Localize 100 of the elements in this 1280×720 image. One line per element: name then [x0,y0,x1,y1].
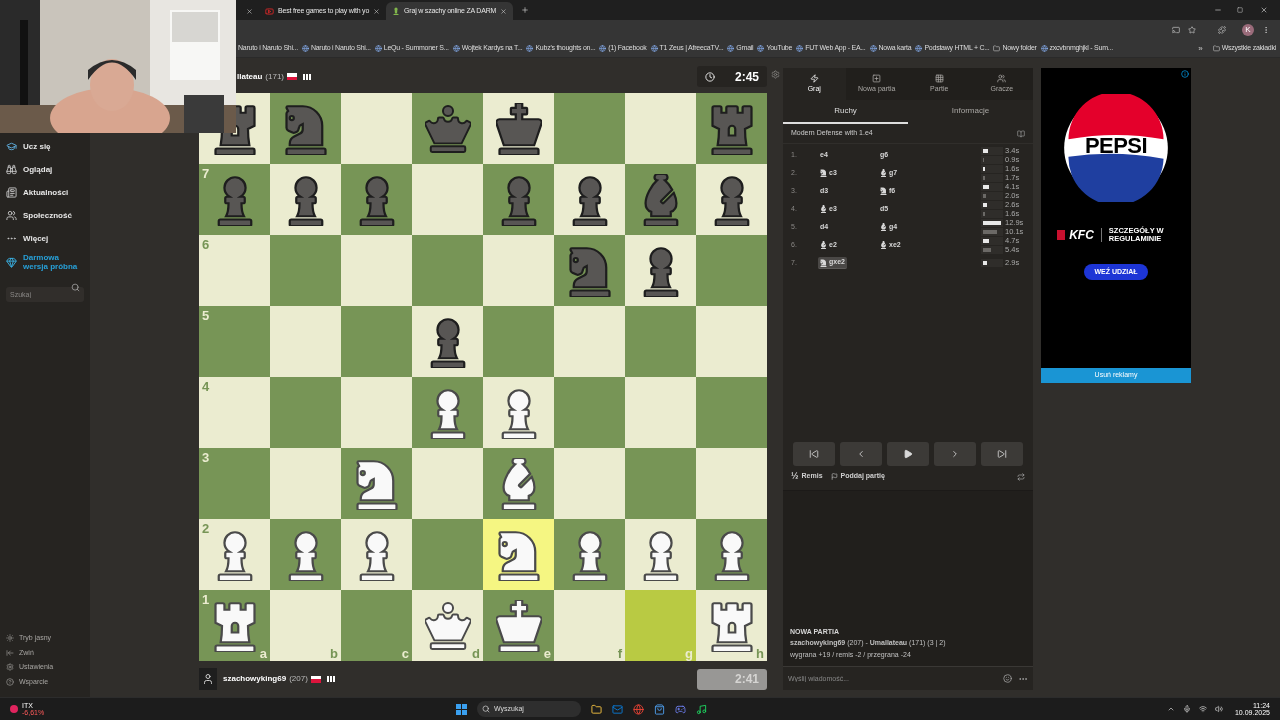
knight-icon[interactable] [566,244,613,297]
board-square[interactable] [483,377,554,448]
board-square[interactable] [554,164,625,235]
bishop-icon [880,169,887,177]
sidebar-item[interactable]: Społeczność [6,207,84,223]
board-square[interactable] [270,164,341,235]
board-square[interactable] [696,164,767,235]
globe-icon [452,45,460,52]
start-icon[interactable] [456,703,467,715]
profile-avatar[interactable]: K [1242,24,1254,36]
star-icon[interactable] [1188,26,1196,34]
mail-icon[interactable] [612,703,623,715]
close-icon[interactable] [373,7,381,15]
king-icon[interactable] [495,599,542,652]
people-icon [997,73,1007,83]
people-icon [6,209,17,221]
stock-icon [10,705,18,713]
board-square[interactable] [412,306,483,377]
board-square[interactable] [625,519,696,590]
globe-icon [796,45,804,52]
pawn-icon [392,7,401,15]
gamepad-icon[interactable] [675,703,686,715]
music-icon[interactable] [696,703,707,715]
folder-icon [1212,45,1220,52]
sidebar-item[interactable]: Więcej [6,230,84,246]
globe-icon [650,45,658,52]
tray-expand-icon[interactable] [1166,705,1175,713]
settings-icon [6,663,14,672]
navigation-button[interactable] [887,441,929,466]
queen-icon[interactable] [424,102,471,155]
folder-icon [993,45,1001,52]
close-icon[interactable] [246,7,253,15]
knight-icon [820,169,827,177]
emoji-icon[interactable] [1003,674,1012,683]
globe-icon [869,45,877,52]
board-square[interactable] [483,93,554,164]
file-label: f [617,647,622,660]
contrast-icon [6,634,14,643]
player-name[interactable]: szachowyking69 [223,673,287,685]
signal-icon [303,73,312,80]
binoculars-icon [6,163,17,175]
board-square[interactable] [625,235,696,306]
queen-icon[interactable] [424,599,471,652]
first-move-icon [809,448,819,459]
knight-icon[interactable] [353,457,400,510]
close-icon[interactable] [500,7,508,15]
clock: 2:45 [697,66,767,87]
signal-icon [326,676,335,682]
board-square[interactable] [270,519,341,590]
flag-icon [830,473,838,480]
flip-board-icon[interactable] [1017,472,1025,481]
globe-icon [526,45,534,52]
rank-label: 3 [202,451,210,464]
bag-icon[interactable] [654,703,665,715]
clock: 2:41 [697,668,767,690]
board-square[interactable] [341,448,412,519]
new-tab-icon[interactable] [521,6,530,14]
info-icon[interactable] [1181,70,1189,78]
board-square[interactable] [412,377,483,448]
microphone-icon[interactable] [1182,705,1191,713]
rook-icon[interactable] [708,599,755,652]
globe-icon[interactable] [633,703,644,715]
sub-tab[interactable]: Informacje [908,100,1033,124]
logo-icon [1057,230,1066,240]
maximize-icon[interactable] [1237,7,1243,13]
more-bookmarks-button[interactable]: » [1198,42,1203,55]
globe-icon [599,45,607,52]
settings-icon[interactable] [770,70,780,79]
board-square[interactable] [554,519,625,590]
close-icon[interactable] [1260,6,1268,14]
sidebar-item[interactable]: Aktualności [6,184,84,200]
globe-icon [727,45,735,52]
knight-icon[interactable] [495,528,542,581]
rook-icon[interactable] [211,599,258,652]
menu-icon[interactable] [1262,26,1270,34]
volume-icon[interactable] [1214,705,1223,713]
diamond-icon [6,256,17,268]
king-icon[interactable] [495,102,542,155]
sidebar-item[interactable]: Ucz się [6,138,84,154]
board-square[interactable] [483,519,554,590]
folder-icon[interactable] [591,703,602,715]
sub-tab[interactable]: Ruchy [783,100,908,124]
globe-icon [915,45,923,52]
video-icon [265,6,274,16]
network-icon[interactable] [1198,705,1207,713]
board-square[interactable] [696,519,767,590]
board-square[interactable] [483,448,554,519]
sidebar-item[interactable]: Darmowa wersja próbna [6,253,84,271]
knight-icon[interactable] [282,102,329,155]
board-square[interactable] [341,519,412,590]
player-rating: (207) [289,673,308,685]
extension-icon[interactable] [1218,26,1226,34]
book-icon[interactable] [1017,129,1025,138]
player-name[interactable]: llateau [237,70,263,83]
globe-icon [1040,45,1048,52]
globe-icon [757,45,765,52]
cast-icon[interactable] [1172,26,1180,34]
previous-icon [856,448,866,459]
sidebar-item[interactable]: Oglądaj [6,161,84,177]
clock-icon [705,71,715,82]
